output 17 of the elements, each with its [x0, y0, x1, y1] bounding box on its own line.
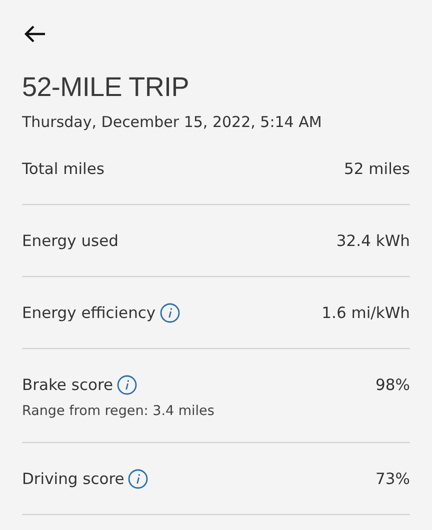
stat-value: 98% [376, 376, 410, 394]
trip-title: 52-MILE TRIP [22, 71, 190, 103]
trip-date: Thursday, December 15, 2022, 5:14 AM [22, 112, 323, 133]
back-arrow-icon[interactable] [24, 25, 46, 43]
stat-label: Driving score [22, 470, 124, 488]
info-icon[interactable] [117, 375, 138, 395]
stat-label: Energy used [22, 232, 118, 250]
stat-value: 52 miles [344, 160, 410, 178]
stat-note: Range from regen: 3.4 miles [22, 403, 216, 419]
stat-label: Brake score [22, 376, 114, 394]
stat-label: Total miles [22, 160, 104, 178]
stat-value: 73% [376, 470, 410, 488]
stat-value: 1.6 mi/kWh [322, 304, 410, 322]
info-icon[interactable] [128, 469, 148, 489]
info-icon[interactable] [160, 303, 180, 323]
stat-value: 32.4 kWh [336, 232, 410, 250]
stat-label: Energy efficiency [22, 304, 156, 322]
